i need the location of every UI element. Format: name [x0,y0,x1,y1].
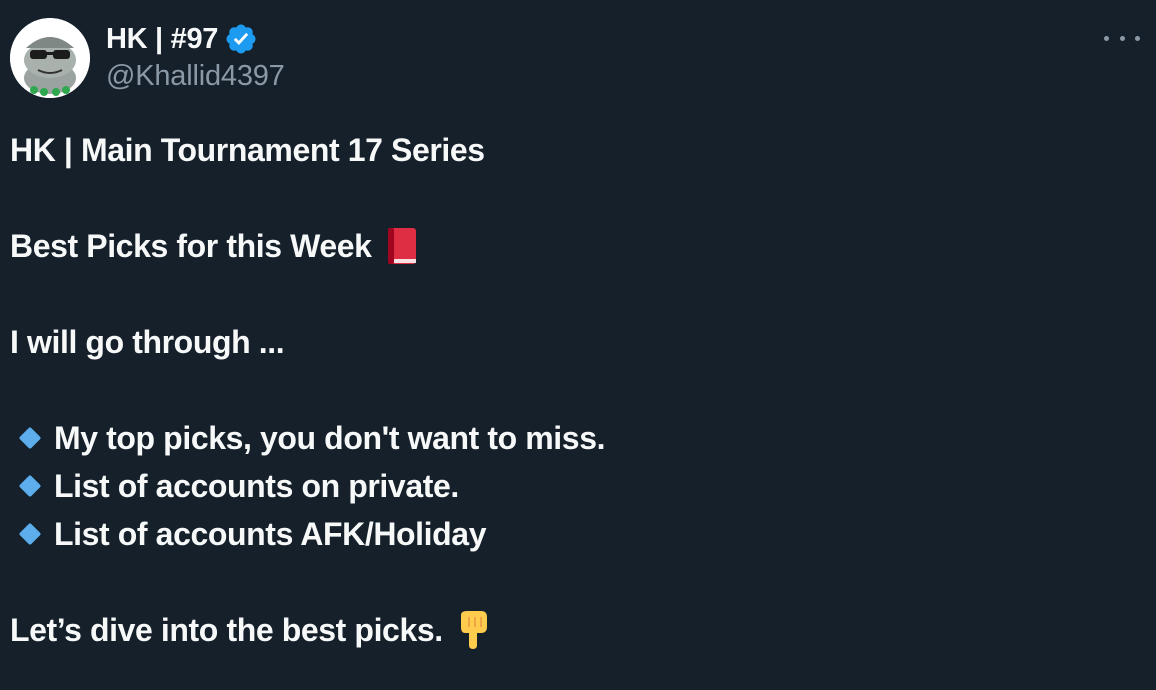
small-blue-diamond-icon [18,474,42,498]
small-blue-diamond-icon [18,522,42,546]
display-name-row: HK | #97 [106,20,285,58]
backhand-index-pointing-down-icon [460,611,487,649]
dot-icon [1104,35,1109,41]
cartoon-frog-avatar-icon [10,18,90,98]
avatar[interactable] [10,18,90,98]
verified-badge-icon [226,24,256,54]
list-item: List of accounts AFK/Holiday [10,510,1130,558]
list-item: My top picks, you don't want to miss. [10,414,1130,462]
tweet-header: HK | #97 @Khallid4397 [10,18,1146,98]
tweet-intro: I will go through ... [10,318,1130,366]
tweet-closing-text: Let’s dive into the best picks. [10,612,443,648]
tweet-subtitle: Best Picks for this Week [10,222,1130,270]
tweet-title-text: HK | Main Tournament 17 Series [10,132,485,168]
tweet-intro-text: I will go through ... [10,324,285,360]
list-item-text: List of accounts on private. [54,468,459,504]
author-handle[interactable]: @Khallid4397 [106,60,285,93]
list-item-text: My top picks, you don't want to miss. [54,420,606,456]
tweet-closing: Let’s dive into the best picks. [10,606,1130,654]
list-item-text: List of accounts AFK/Holiday [54,516,487,552]
more-options-icon[interactable] [1104,28,1140,48]
tweet-subtitle-text: Best Picks for this Week [10,228,372,264]
display-name[interactable]: HK | #97 [106,23,218,56]
closed-book-icon [387,228,416,264]
author-names: HK | #97 @Khallid4397 [106,20,285,93]
tweet-title: HK | Main Tournament 17 Series [10,126,1130,174]
tweet-text: HK | Main Tournament 17 Series Best Pick… [10,126,1130,654]
small-blue-diamond-icon [18,426,42,450]
dot-icon [1119,35,1125,41]
list-item: List of accounts on private. [10,462,1130,510]
dot-icon [1135,35,1140,41]
